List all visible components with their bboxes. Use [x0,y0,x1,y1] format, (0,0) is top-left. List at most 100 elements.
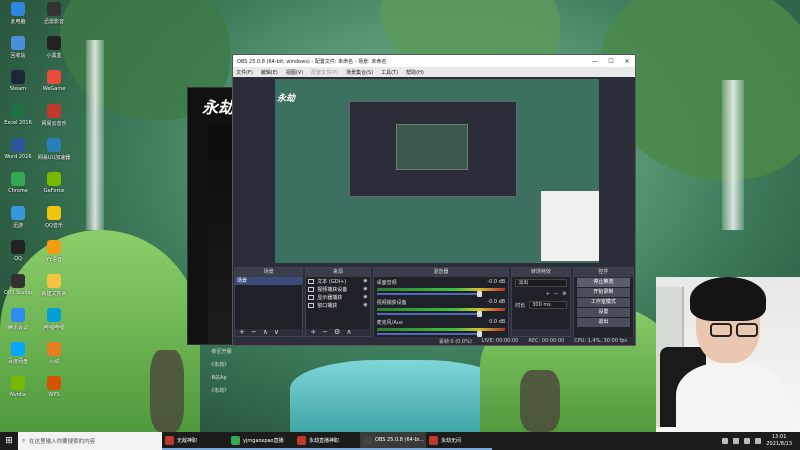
desktop-icon[interactable]: QQ音乐 [38,206,70,240]
desktop-icon[interactable]: YY语音 [38,240,70,274]
start-recording-button[interactable]: 开始录制 [576,288,631,297]
desktop-icon[interactable]: 迅雷影音 [38,2,70,36]
desktop-icon-label: 百度网盘 [7,359,28,365]
desktop-icon[interactable]: 此电脑 [2,2,34,36]
move-up-icon[interactable]: ∧ [263,328,268,336]
eye-icon[interactable]: ◉ [363,302,367,308]
task-label: yjmgaoxpao直播 [243,437,284,444]
gear-icon[interactable]: ⚙ [334,328,340,336]
taskbar-search[interactable]: ⌕ 在这里输入你要搜索的内容 [18,432,162,450]
desktop-icon[interactable]: GeForce [38,172,70,206]
app-icon [11,308,25,322]
menu-profile[interactable]: 配置文件(P) [311,69,338,76]
exit-button[interactable]: 退出 [576,318,631,327]
clock[interactable]: 13:01 2021/8/13 [766,434,792,448]
game-news-item[interactable]: ·《永劫》 [210,385,232,398]
move-up-icon[interactable]: ∧ [346,328,351,336]
live-timer: LIVE: 00:00:00 [481,338,519,344]
desktop-icon[interactable]: QQ [2,240,34,274]
source-item[interactable]: 窗口捕获 ◉ [306,301,369,309]
desktop-icon-label: Excel 2016 [4,120,32,126]
network-icon[interactable] [744,438,751,444]
desktop-icon[interactable]: 小黑盒 [38,36,70,70]
studio-mode-button[interactable]: 工作室模式 [576,298,631,307]
sources-dock-title: 来源 [306,268,370,277]
remove-scene-icon[interactable]: − [251,328,257,336]
menu-edit[interactable]: 编辑(E) [261,69,278,76]
gear-icon[interactable]: ⚙ [562,291,566,297]
game-news-item[interactable]: ·新区开服 [210,346,232,359]
menu-file[interactable]: 文件(F) [236,69,253,76]
desktop-icon[interactable]: 网易UU加速器 [38,138,70,172]
taskbar-task[interactable]: OBS 25.0.8 (64-bi... [360,432,426,450]
task-label: 永劫无间 [441,437,462,444]
remove-transition-icon[interactable]: − [554,291,558,297]
remove-source-icon[interactable]: − [322,328,328,336]
duration-input[interactable]: 300 ms [529,301,567,309]
desktop-icon[interactable]: 回收站 [2,36,34,70]
transition-select[interactable]: 淡出 [515,279,567,287]
menu-help[interactable]: 帮助(H) [406,69,424,76]
menu-view[interactable]: 视图(V) [286,69,303,76]
obs-preview[interactable]: 永劫 [275,79,599,263]
minimize-icon[interactable]: — [587,58,603,65]
obs-title-bar[interactable]: OBS 25.0.8 (64-bit, windows) - 配置文件: 未命名… [233,55,635,67]
obs-window[interactable]: OBS 25.0.8 (64-bit, windows) - 配置文件: 未命名… [232,54,636,346]
taskbar-task[interactable]: 永劫直播神职 [294,432,360,450]
tray-icon[interactable] [722,438,729,444]
desktop-icon-label: GeForce [43,188,65,194]
app-icon [11,2,25,16]
move-down-icon[interactable]: ∨ [274,328,279,336]
desktop-icon[interactable]: 百度网盘 [2,342,34,376]
add-transition-icon[interactable]: + [546,291,550,297]
menu-scene-collection[interactable]: 场景集合(S) [346,69,373,76]
eye-icon[interactable]: ◉ [363,278,367,284]
desktop-icon[interactable]: Chrome [2,172,34,206]
desktop-icon[interactable]: Steam [2,70,34,104]
add-scene-icon[interactable]: + [239,328,245,336]
desktop-icon-label: Nvidia [10,392,26,398]
desktop-icon[interactable]: 火绒 [38,342,70,376]
stop-streaming-button[interactable]: 停止推流 [576,278,631,287]
taskbar-task[interactable]: 永劫无间 [426,432,492,450]
maximize-icon[interactable]: ☐ [603,58,619,65]
desktop-icon[interactable]: 迅游 [2,206,34,240]
desktop-icon[interactable]: WeGame [38,70,70,104]
desktop-icon[interactable]: Nvidia [2,376,34,410]
taskbar-task[interactable]: 无敌神职 [162,432,228,450]
source-item[interactable]: 文本 (GDI+) ◉ [306,277,369,285]
mixer-channel-db: -0.0 dB [487,299,506,305]
app-icon [47,172,61,186]
taskbar-task[interactable]: yjmgaoxpao直播 [228,432,294,450]
desktop-icon[interactable]: 网易云音乐 [38,104,70,138]
app-icon [47,138,61,152]
close-icon[interactable]: ✕ [619,58,635,65]
desktop-icon[interactable]: Word 2016 [2,138,34,172]
game-news-item[interactable]: ·《永劫》 [210,359,232,372]
tray-icon[interactable] [733,438,740,444]
windows-start-icon[interactable]: ⊞ [0,432,18,450]
mixer-channel-db: 0.0 dB [489,319,506,325]
desktop-icon[interactable]: 新建文件夹 [38,274,70,308]
source-item[interactable]: 显示器捕获 ◉ [306,293,369,301]
settings-button[interactable]: 设置 [576,308,631,317]
desktop-icon-label: Chrome [8,188,28,194]
volume-slider[interactable] [376,331,482,337]
obs-status-bar: 丢帧 0 (0.0%) LIVE: 00:00:00 REC: 00:00:00… [233,337,635,345]
scene-item[interactable]: 场景 [235,277,303,285]
desktop-icon[interactable]: Excel 2016 [2,104,34,138]
desktop-icon[interactable]: 腾讯会议 [2,308,34,342]
volume-slider[interactable] [376,291,482,297]
volume-icon[interactable] [755,438,762,444]
volume-slider[interactable] [376,311,482,317]
menu-tools[interactable]: 工具(T) [381,69,398,76]
game-news-item[interactable]: ·B站Ap [210,372,232,385]
eye-icon[interactable]: ◉ [363,294,367,300]
desktop-icon[interactable]: 哔哩哔哩 [38,308,70,342]
source-item[interactable]: 视频捕获设备 ◉ [306,285,369,293]
desktop-icon[interactable]: WPS [38,376,70,410]
clock-date: 2021/8/13 [766,441,792,447]
add-source-icon[interactable]: + [310,328,316,336]
desktop-icon[interactable]: OBS Studio [2,274,34,308]
eye-icon[interactable]: ◉ [363,286,367,292]
